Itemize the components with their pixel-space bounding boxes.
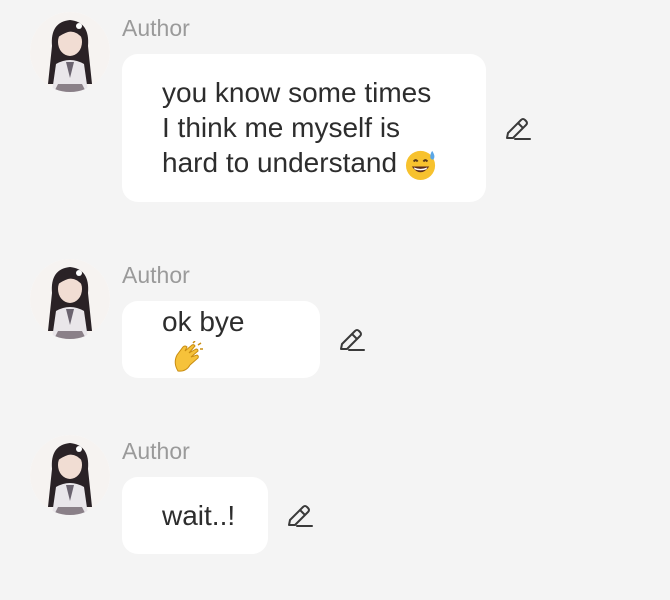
chat-thread: Author you know some times I think me my…	[0, 0, 670, 600]
sweat-smile-emoji	[406, 150, 436, 181]
edit-icon[interactable]	[336, 325, 366, 355]
author-name: Author	[122, 438, 190, 464]
chat-message: Author wait..!	[0, 435, 670, 565]
edit-icon[interactable]	[502, 114, 532, 144]
avatar[interactable]	[30, 435, 110, 515]
chat-message: Author you know some times I think me my…	[0, 12, 670, 212]
avatar[interactable]	[30, 259, 110, 339]
message-bubble[interactable]: ok bye	[122, 301, 320, 378]
author-name: Author	[122, 15, 190, 41]
avatar-image	[30, 259, 110, 339]
clapping-hands-emoji	[174, 341, 203, 372]
edit-icon[interactable]	[284, 501, 314, 531]
message-text: wait..!	[162, 500, 236, 531]
message-bubble[interactable]: you know some times I think me myself is…	[122, 54, 486, 202]
avatar-image	[30, 435, 110, 515]
message-text: ok bye	[162, 304, 280, 376]
message-text: you know some times I think me myself is…	[162, 75, 438, 181]
message-bubble[interactable]: wait..!	[122, 477, 268, 554]
author-name: Author	[122, 262, 190, 288]
chat-message: Author ok bye	[0, 259, 670, 389]
avatar-image	[30, 12, 110, 92]
avatar[interactable]	[30, 12, 110, 92]
